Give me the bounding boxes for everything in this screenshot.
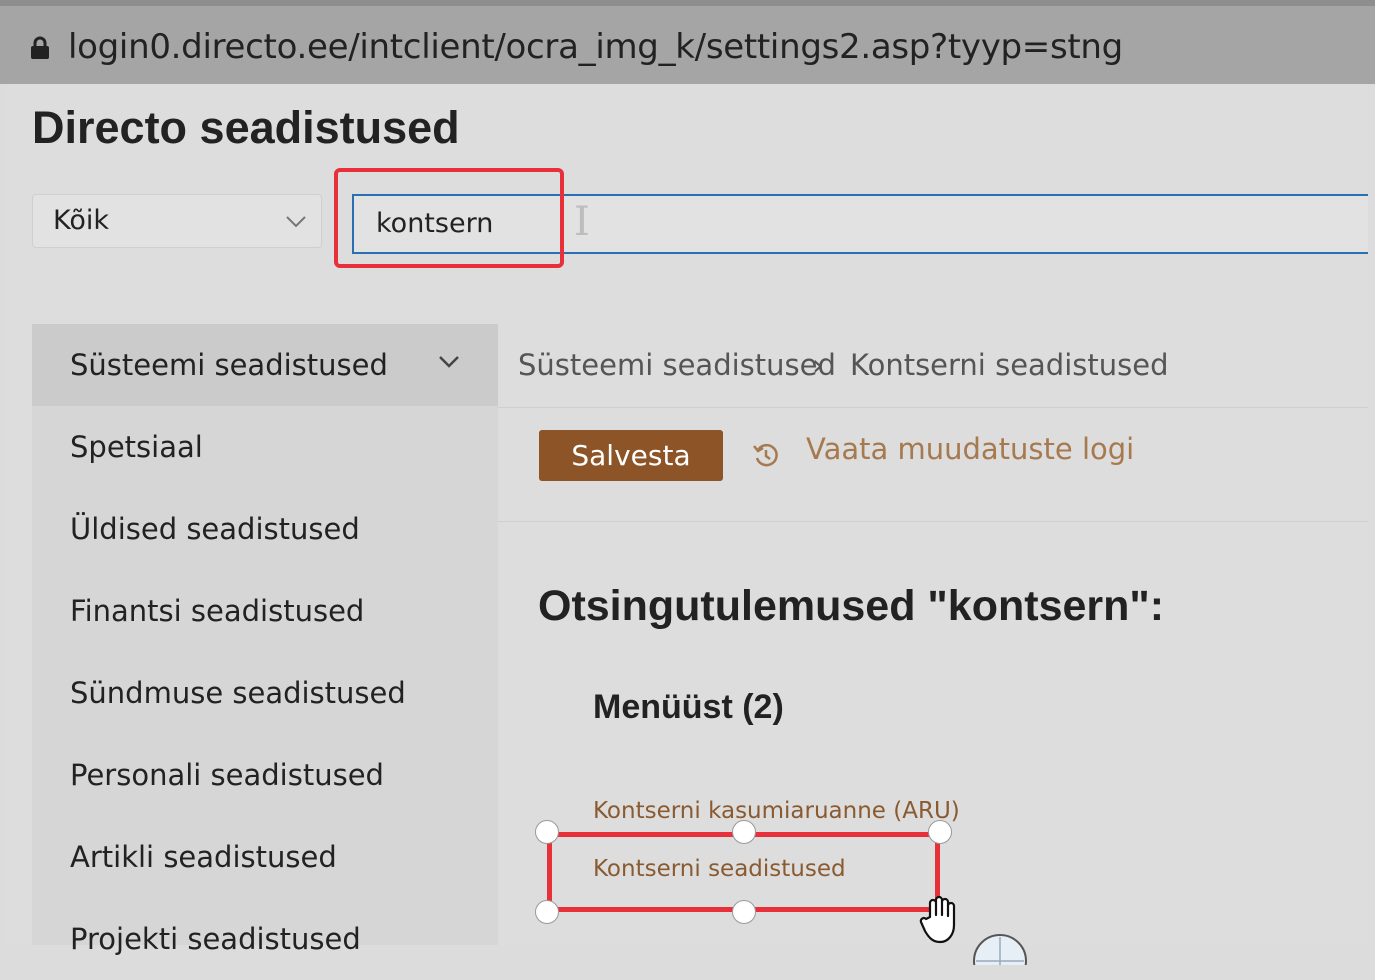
breadcrumb-separator: › [812,348,824,382]
category-select-value: Kõik [53,205,110,236]
sidebar-item-label: Üldised seadistused [70,512,360,546]
lock-icon [31,36,49,59]
page-title: Directo seadistused [32,102,460,153]
breadcrumb-current: Kontserni seadistused [850,348,1169,382]
sidebar-item-susteemi-seadistused[interactable]: Süsteemi seadistused [32,324,498,406]
category-select[interactable]: Kõik [32,194,322,248]
sidebar-item-label: Finantsi seadistused [70,594,365,628]
resize-handle[interactable] [928,820,952,844]
search-highlight-annotation [334,168,564,268]
toolbar: Salvesta Vaata muudatuste logi [498,408,1368,522]
sidebar-item-artikli-seadistused[interactable]: Artikli seadistused [32,816,498,898]
sidebar-item-projekti-seadistused[interactable]: Projekti seadistused [32,898,498,980]
sidebar-item-label: Artikli seadistused [70,840,337,874]
results-section-title: Menüüst (2) [593,688,784,726]
sidebar-item-label: Spetsiaal [70,430,203,464]
sidebar-item-label: Projekti seadistused [70,922,361,956]
browser-address-bar: login0.directo.ee/intclient/ocra_img_k/s… [0,0,1375,84]
resize-handle[interactable] [732,900,756,924]
chevron-down-icon [439,356,459,368]
breadcrumb-parent[interactable]: Süsteemi seadistused [518,348,836,382]
resize-handle[interactable] [535,900,559,924]
breadcrumb: Süsteemi seadistused › Kontserni seadist… [498,324,1368,408]
sidebar-item-label: Personali seadistused [70,758,384,792]
sidebar-item-finantsi-seadistused[interactable]: Finantsi seadistused [32,570,498,652]
text-cursor-icon: I [574,199,590,245]
magnifier-icon [973,934,1027,965]
save-button[interactable]: Salvesta [539,430,723,481]
result-link[interactable]: Kontserni kasumiaruanne (ARU) [593,798,960,824]
sidebar-item-spetsiaal[interactable]: Spetsiaal [32,406,498,488]
sidebar-item-personali-seadistused[interactable]: Personali seadistused [32,734,498,816]
settings-sidebar: Süsteemi seadistused Spetsiaal Üldised s… [32,324,498,956]
sidebar-item-label: Süsteemi seadistused [70,348,388,382]
settings-page: Directo seadistused Kõik kontsern I Süst… [6,84,1368,956]
resize-handle[interactable] [535,820,559,844]
sidebar-item-uldised-seadistused[interactable]: Üldised seadistused [32,488,498,570]
view-change-log-link[interactable]: Vaata muudatuste logi [806,432,1134,466]
chevron-down-icon [286,216,306,228]
history-icon[interactable] [752,441,780,469]
sidebar-item-label: Sündmuse seadistused [70,676,406,710]
address-url[interactable]: login0.directo.ee/intclient/ocra_img_k/s… [68,27,1123,67]
resize-handle[interactable] [732,820,756,844]
sidebar-item-sundmuse-seadistused[interactable]: Sündmuse seadistused [32,652,498,734]
search-results-title: Otsingutulemused "kontsern": [538,582,1165,630]
